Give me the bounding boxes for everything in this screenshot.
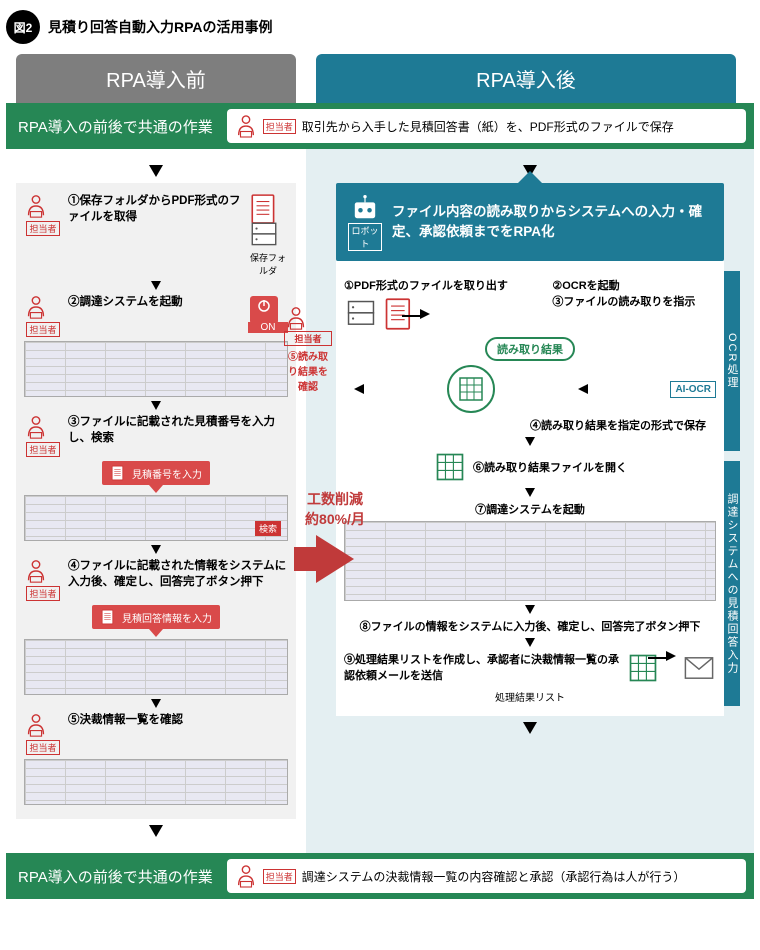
reduction-line1: 工数削減 <box>300 489 370 509</box>
person-icon <box>235 863 257 889</box>
reduction-callout: 工数削減 約80%/月 <box>300 489 370 583</box>
person-icon <box>235 113 257 139</box>
operator-badge: 担当者 <box>24 712 62 755</box>
arrow-down-icon <box>525 638 535 647</box>
before-step-3: 担当者 ③ファイルに記載された見積番号を入力し、検索 <box>24 414 288 457</box>
figure-title: 見積り回答自動入力RPAの活用事例 <box>48 17 273 37</box>
on-button-icon: ON <box>248 294 288 333</box>
common-top-bar: RPA導入の前後で共通の作業 担当者 取引先から入手した見積回答書（紙）を、PD… <box>6 103 754 149</box>
before-step-2-text: ②調達システムを起動 <box>68 294 242 310</box>
arrow-down-icon <box>525 605 535 614</box>
arrow-right-icon <box>666 651 676 661</box>
system-screenshot <box>24 341 288 397</box>
common-bottom-label: RPA導入の前後で共通の作業 <box>14 864 217 889</box>
common-bottom-desc: 調達システムの決裁情報一覧の内容確認と承認（承認行為は人が行う） <box>302 868 686 885</box>
operator-badge: 担当者 <box>24 294 62 337</box>
after-panel: ロボット ファイル内容の読み取りからシステムへの入力・確定、承認依頼までをRPA… <box>306 149 754 853</box>
after-flow: OCR処理 調達システムへの見積回答入力 ①PDF形式のファイルを取り出す ②O… <box>336 261 724 716</box>
before-step-5: 担当者 ⑤決裁情報一覧を確認 <box>24 712 288 755</box>
arrow-down-icon <box>151 699 161 708</box>
system-screenshot <box>24 639 288 695</box>
side-label-system: 調達システムへの見積回答入力 <box>724 461 740 706</box>
sheet-icon <box>433 450 467 484</box>
operator-badge: 担当者 <box>24 193 62 236</box>
before-step-4-text: ④ファイルに記載された情報をシステムに入力後、確定し、回答完了ボタン押下 <box>68 558 288 590</box>
result-list-label: 処理結果リスト <box>344 689 716 704</box>
sheet-icon <box>626 651 660 685</box>
arrow-down-icon <box>525 437 535 446</box>
before-step-1: 担当者 ①保存フォルダからPDF形式のファイルを取得 保存フォルダ <box>24 193 288 277</box>
common-top-desc: 取引先から入手した見積回答書（紙）を、PDF形式のファイルで保存 <box>302 118 674 135</box>
arrow-left-icon <box>354 384 364 394</box>
robot-header: ロボット ファイル内容の読み取りからシステムへの入力・確定、承認依頼までをRPA… <box>336 183 724 261</box>
column-headers: RPA導入前 RPA導入後 <box>0 54 760 103</box>
side-label-ocr: OCR処理 <box>724 271 740 451</box>
red-callout: 見積番号を入力 <box>102 461 210 485</box>
after-step-8: ⑧ファイルの情報をシステムに入力後、確定し、回答完了ボタン押下 <box>344 618 716 634</box>
big-arrow-icon <box>316 535 354 583</box>
red-callout: 見積回答情報を入力 <box>92 605 220 629</box>
arrow-left-icon <box>578 384 588 394</box>
arrow-down-icon <box>149 165 163 177</box>
figure-badge: 図2 <box>6 10 40 44</box>
after-step-2: ②OCRを起動 <box>552 277 716 293</box>
ai-ocr-badge: AI-OCR <box>670 381 716 398</box>
after-step-7: ⑦調達システムを起動 <box>344 501 716 517</box>
common-bottom-pill: 担当者 調達システムの決裁情報一覧の内容確認と承認（承認行為は人が行う） <box>227 859 746 893</box>
common-top-operator: 担当者 <box>263 119 296 134</box>
server-icon <box>344 297 378 331</box>
figure-header: 図2 見積り回答自動入力RPAの活用事例 <box>0 0 760 54</box>
common-top-pill: 担当者 取引先から入手した見積回答書（紙）を、PDF形式のファイルで保存 <box>227 109 746 143</box>
system-screenshot <box>344 521 716 601</box>
after-step-3: ③ファイルの読み取りを指示 <box>552 293 716 309</box>
before-step-5-text: ⑤決裁情報一覧を確認 <box>68 712 288 728</box>
before-panel: 担当者 ①保存フォルダからPDF形式のファイルを取得 保存フォルダ 担当者 ②調… <box>6 149 306 853</box>
operator-badge: 担当者 <box>24 558 62 601</box>
arrow-down-icon <box>525 488 535 497</box>
after-step-9: ⑨処理結果リストを作成し、承認者に決裁情報一覧の承認依頼メールを送信 <box>344 651 620 683</box>
after-heading: RPA導入後 <box>316 54 736 103</box>
operator-badge: 担当者 <box>24 414 62 457</box>
after-step-4: ④読み取り結果を指定の形式で保存 <box>530 417 716 433</box>
before-heading: RPA導入前 <box>16 54 296 103</box>
after-step-1: ①PDF形式のファイルを取り出す <box>344 277 537 293</box>
arrow-down-icon <box>523 722 537 734</box>
arrow-right-icon <box>420 309 430 319</box>
doc-icon <box>382 297 416 331</box>
operator-badge: 担当者 <box>284 331 332 346</box>
green-circle-icon <box>447 365 495 413</box>
robot-text: ファイル内容の読み取りからシステムへの入力・確定、承認依頼までをRPA化 <box>392 202 712 243</box>
search-button-label: 検索 <box>255 521 281 536</box>
common-bottom-operator: 担当者 <box>263 869 296 884</box>
body: 担当者 ①保存フォルダからPDF形式のファイルを取得 保存フォルダ 担当者 ②調… <box>0 149 760 853</box>
arrow-down-icon <box>151 545 161 554</box>
after-step-5: ⑤読み取り結果を確認 <box>284 348 332 393</box>
mail-icon <box>682 651 716 685</box>
read-result-pill: 読み取り結果 <box>485 337 575 361</box>
arrow-down-icon <box>151 401 161 410</box>
robot-icon: ロボット <box>348 193 382 251</box>
after-step-6: ⑥読み取り結果ファイルを開く <box>473 459 627 475</box>
before-step-4: 担当者 ④ファイルに記載された情報をシステムに入力後、確定し、回答完了ボタン押下 <box>24 558 288 601</box>
folder-icon: 保存フォルダ <box>248 193 288 277</box>
reduction-line2: 約80%/月 <box>300 509 370 529</box>
system-screenshot: 検索 <box>24 495 288 541</box>
before-step-2: 担当者 ②調達システムを起動 ON <box>24 294 288 337</box>
system-screenshot <box>24 759 288 805</box>
arrow-down-icon <box>151 281 161 290</box>
arrow-down-icon <box>149 825 163 837</box>
before-step-3-text: ③ファイルに記載された見積番号を入力し、検索 <box>68 414 288 446</box>
common-bottom-bar: RPA導入の前後で共通の作業 担当者 調達システムの決裁情報一覧の内容確認と承認… <box>6 853 754 899</box>
common-top-label: RPA導入の前後で共通の作業 <box>14 114 217 139</box>
before-step-1-text: ①保存フォルダからPDF形式のファイルを取得 <box>68 193 242 225</box>
